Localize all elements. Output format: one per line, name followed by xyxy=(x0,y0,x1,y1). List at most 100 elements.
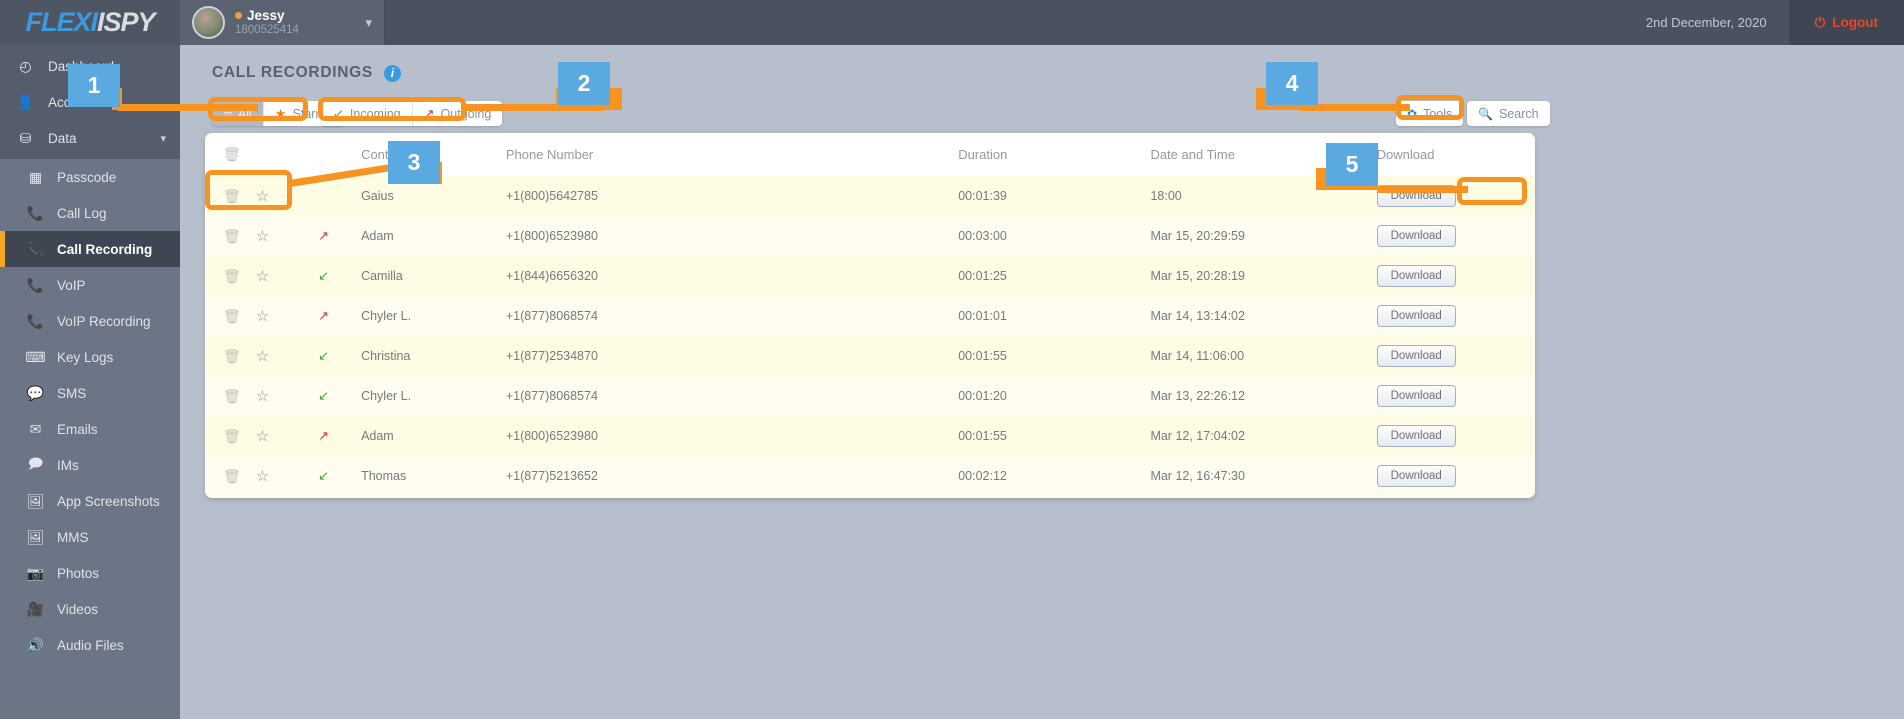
audio-files-icon: 🔊 xyxy=(26,636,45,653)
sidebar-item-audio-files[interactable]: 🔊 Audio Files xyxy=(0,627,180,663)
tools-button[interactable]: ✿ Tools xyxy=(1396,101,1464,126)
call-duration: 00:02:12 xyxy=(958,469,1007,483)
download-button[interactable]: Download xyxy=(1376,305,1456,327)
trash-icon[interactable]: 🗑 xyxy=(223,146,241,162)
table-row[interactable]: 🗑 ☆ ↙ Christina +1(877)2534870 00:01:55 Mar 14… xyxy=(205,336,1535,376)
table-row[interactable]: 🗑 ☆ ↙ Thomas +1(877)5213652 00:02:12 Mar 12, 1… xyxy=(205,456,1535,496)
star-icon[interactable]: ☆ xyxy=(256,187,269,205)
sidebar-item-data[interactable]: ⛁ Data ▾ xyxy=(0,120,180,156)
sidebar-item-voip-recording[interactable]: 📞 VoIP Recording xyxy=(0,303,180,339)
download-button[interactable]: Download xyxy=(1376,185,1456,207)
user-name: Jessy xyxy=(247,8,285,24)
star-icon[interactable]: ☆ xyxy=(256,267,269,285)
download-button[interactable]: Download xyxy=(1376,265,1456,287)
sidebar-item-voip[interactable]: 📞 VoIP xyxy=(0,267,180,303)
call-duration: 00:01:39 xyxy=(958,189,1007,203)
logout-label: Logout xyxy=(1832,15,1878,30)
sidebar-item-app-screenshots[interactable]: 🖼 App Screenshots xyxy=(0,483,180,519)
contact-name: Christina xyxy=(361,349,411,363)
header-direction xyxy=(318,133,361,176)
filter-group-direction: ↙ Incoming ↗ Outgoing xyxy=(322,101,503,126)
info-icon[interactable]: i xyxy=(383,64,401,82)
sidebar-item-account[interactable]: 👤 Account xyxy=(0,84,180,120)
trash-icon[interactable]: 🗑 xyxy=(223,388,241,405)
call-duration: 00:01:55 xyxy=(958,349,1007,363)
sidebar-item-emails[interactable]: ✉ Emails xyxy=(0,411,180,447)
trash-icon[interactable]: 🗑 xyxy=(223,308,241,325)
sidebar-top-group: ◴ Dashboard 👤 Account ⛁ Data ▾ xyxy=(0,45,180,159)
sidebar-item-passcode[interactable]: ▦ Passcode xyxy=(0,159,180,195)
filter-outgoing-label: Outgoing xyxy=(440,106,492,121)
download-cell: Download xyxy=(1376,256,1535,296)
star-icon[interactable]: ☆ xyxy=(256,227,269,245)
call-recording-icon: 📞 xyxy=(26,240,45,257)
table-row[interactable]: 🗑 ☆ ↙ Chyler L. +1(877)8068574 00:01:20 Mar 13… xyxy=(205,376,1535,416)
sidebar-item-sms[interactable]: 💬 SMS xyxy=(0,375,180,411)
voip-icon: 📞 xyxy=(26,276,45,293)
filter-outgoing-button[interactable]: ↗ Outgoing xyxy=(411,101,503,126)
user-selector[interactable]: Jessy 1800525414 ▾ xyxy=(180,0,385,45)
status-dot-icon xyxy=(235,12,242,20)
call-log-icon: 📞 xyxy=(26,204,45,221)
download-button[interactable]: Download xyxy=(1376,425,1456,447)
page-title: CALL RECORDINGS xyxy=(212,64,373,81)
trash-icon[interactable]: 🗑 xyxy=(223,468,241,485)
app-logo[interactable]: FLEXIISPY xyxy=(0,0,180,45)
call-duration: 00:01:55 xyxy=(958,429,1007,443)
user-id: 1800525414 xyxy=(235,23,299,36)
sidebar-item-call-log[interactable]: 📞 Call Log xyxy=(0,195,180,231)
logout-button[interactable]: ⏻ Logout xyxy=(1788,0,1904,45)
sidebar-item-key-logs[interactable]: ⌨ Key Logs xyxy=(0,339,180,375)
filter-all-button[interactable]: ☰ All xyxy=(212,101,263,126)
call-datetime: Mar 12, 17:04:02 xyxy=(1150,429,1245,443)
filter-incoming-button[interactable]: ↙ Incoming xyxy=(322,101,412,126)
table-row[interactable]: 🗑 ☆ Gaius +1(800)5642785 00:01:39 18:00 Downlo… xyxy=(205,176,1535,216)
star-icon[interactable]: ☆ xyxy=(256,467,269,485)
sidebar-item-dashboard[interactable]: ◴ Dashboard xyxy=(0,48,180,84)
star-icon[interactable]: ☆ xyxy=(256,347,269,365)
star-icon[interactable]: ☆ xyxy=(256,427,269,445)
trash-icon[interactable]: 🗑 xyxy=(223,348,241,365)
download-button[interactable]: Download xyxy=(1376,345,1456,367)
trash-icon[interactable]: 🗑 xyxy=(223,228,241,245)
avatar xyxy=(192,6,225,39)
trash-icon[interactable]: 🗑 xyxy=(223,188,241,205)
voip-recording-icon: 📞 xyxy=(26,312,45,329)
power-icon: ⏻ xyxy=(1814,14,1826,30)
sidebar-item-call-recording[interactable]: 📞 Call Recording xyxy=(0,231,180,267)
star-icon[interactable]: ☆ xyxy=(256,387,269,405)
arrow-incoming-icon: ↙ xyxy=(333,105,344,121)
search-button[interactable]: 🔍 Search xyxy=(1467,101,1550,126)
trash-icon[interactable]: 🗑 xyxy=(223,428,241,445)
table-row[interactable]: 🗑 ☆ ↗ Chyler L. +1(877)8068574 00:01:01 Mar 14… xyxy=(205,296,1535,336)
contact-name: Gaius xyxy=(361,189,394,203)
table-row[interactable]: 🗑 ☆ ↙ Camilla +1(844)6656320 00:01:25 Mar 15, … xyxy=(205,256,1535,296)
sidebar-item-photos[interactable]: 📷 Photos xyxy=(0,555,180,591)
header-bulk-delete[interactable]: 🗑 xyxy=(205,133,318,176)
download-button[interactable]: Download xyxy=(1376,225,1456,247)
call-direction-icon: ↗ xyxy=(318,228,329,243)
mms-icon: 🖼 xyxy=(26,528,45,545)
sidebar: ◴ Dashboard 👤 Account ⛁ Data ▾ ▦ Passcode 📞 Call … xyxy=(0,45,180,719)
table-row[interactable]: 🗑 ☆ ↗ Adam +1(800)6523980 00:01:55 Mar 12, 17:… xyxy=(205,416,1535,456)
call-recordings-table: 🗑 Contact Phone Number Duration Date and… xyxy=(205,133,1535,496)
phone-number: +1(877)5213652 xyxy=(505,469,598,483)
page-header: CALL RECORDINGS i xyxy=(212,64,401,82)
sidebar-item-ims[interactable]: 🗩 IMs xyxy=(0,447,180,483)
sidebar-item-videos[interactable]: 🎥 Videos xyxy=(0,591,180,627)
sidebar-item-label: Call Log xyxy=(57,205,107,221)
sidebar-item-label: IMs xyxy=(57,457,79,473)
chevron-down-icon[interactable]: ▾ xyxy=(160,132,166,145)
table-row[interactable]: 🗑 ☆ ↗ Adam +1(800)6523980 00:03:00 Mar 15, 20:… xyxy=(205,216,1535,256)
chevron-down-icon[interactable]: ▾ xyxy=(365,15,372,31)
trash-icon[interactable]: 🗑 xyxy=(223,268,241,285)
contact-name: Camilla xyxy=(361,269,403,283)
call-duration: 00:01:25 xyxy=(958,269,1007,283)
sidebar-item-label: Account xyxy=(48,94,97,110)
star-icon[interactable]: ☆ xyxy=(256,307,269,325)
download-button[interactable]: Download xyxy=(1376,465,1456,487)
sidebar-item-label: Dashboard xyxy=(48,58,115,74)
sidebar-item-mms[interactable]: 🖼 MMS xyxy=(0,519,180,555)
download-button[interactable]: Download xyxy=(1376,385,1456,407)
row-tools-cell: 🗑 ☆ xyxy=(205,416,318,456)
